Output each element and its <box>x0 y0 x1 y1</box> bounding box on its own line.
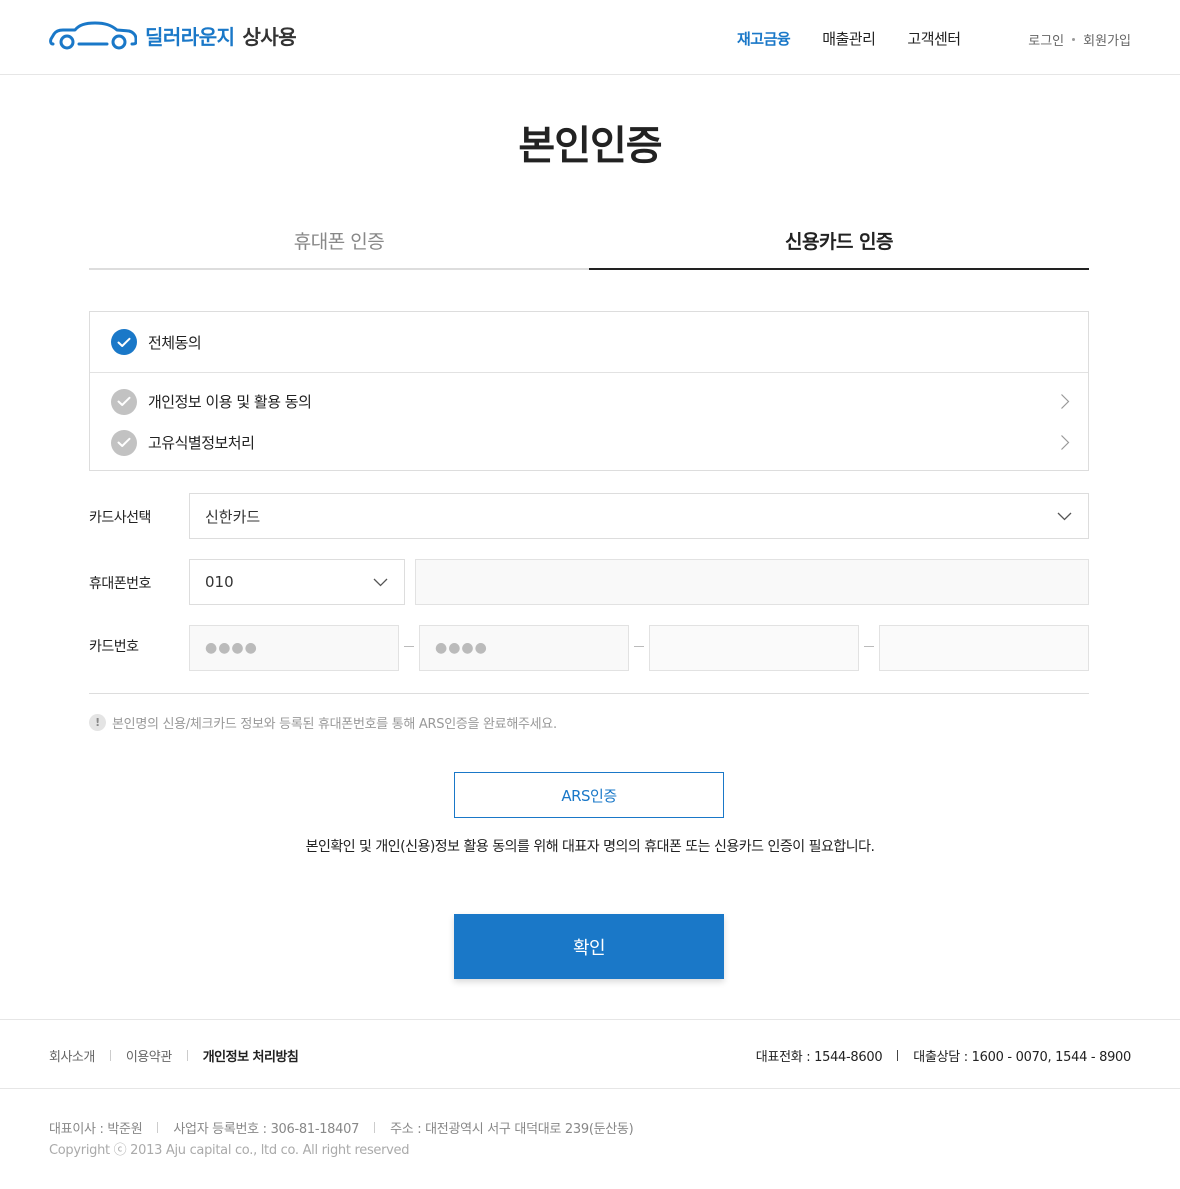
main-nav: 재고금융 매출관리 고객센터 <box>737 28 993 49</box>
footer-link-privacy[interactable]: 개인정보 처리방침 <box>203 1046 299 1065</box>
ars-auth-button[interactable]: ARS인증 <box>454 772 724 818</box>
logo-brand: 딜러라운지 <box>145 24 235 49</box>
chevron-right-icon[interactable] <box>1060 434 1070 451</box>
auth-description: 본인확인 및 개인(신용)정보 활용 동의를 위해 대표자 명의의 휴대폰 또는… <box>305 839 875 855</box>
chevron-down-icon <box>1057 512 1072 521</box>
card-number-input-3[interactable] <box>649 625 859 671</box>
phone-label: 휴대폰번호 <box>89 576 151 592</box>
footer-address: 주소 : 대전광역시 서구 대덕대로 239(둔산동) <box>390 1122 634 1137</box>
phone-prefix-value: 010 <box>205 573 234 591</box>
tab-card-auth[interactable]: 신용카드 인증 <box>589 215 1089 270</box>
nav-item-sales-management[interactable]: 매출관리 <box>822 28 876 49</box>
footer-link-terms[interactable]: 이용약관 <box>126 1046 172 1065</box>
header: 딜러라운지 상사용 재고금융 매출관리 고객센터 로그인 회원가입 <box>0 0 1180 75</box>
separator <box>897 1050 899 1061</box>
signup-link[interactable]: 회원가입 <box>1083 30 1131 49</box>
confirm-button[interactable]: 확인 <box>454 914 724 979</box>
agreement-list: 개인정보 이용 및 활용 동의 고유식별정보처리 <box>90 373 1088 463</box>
divider <box>89 693 1089 694</box>
footer-links: 회사소개 이용약관 개인정보 처리방침 <box>49 1046 299 1065</box>
footer-info: 대표이사 : 박준원 사업자 등록번호 : 306-81-18407 주소 : … <box>49 1118 634 1137</box>
separator <box>374 1122 376 1133</box>
separator <box>109 1050 111 1061</box>
footer-phone-loan: 대출상담 : 1600 - 0070, 1544 - 8900 <box>913 1050 1131 1065</box>
footer-contact: 대표전화 : 1544-8600 대출상담 : 1600 - 0070, 154… <box>756 1046 1131 1065</box>
separator <box>186 1050 188 1061</box>
agreement-box: 전체동의 개인정보 이용 및 활용 동의 고유식별정보처리 <box>89 311 1089 471</box>
card-company-value: 신한카드 <box>205 507 261 526</box>
card-number-input-1[interactable]: ●●●● <box>189 625 399 671</box>
agree-item-label: 개인정보 이용 및 활용 동의 <box>148 393 312 411</box>
unchecked-circle-icon[interactable] <box>111 388 137 415</box>
nav-item-customer-center[interactable]: 고객센터 <box>907 28 961 49</box>
page-title: 본인인증 <box>518 123 662 169</box>
separator <box>157 1122 159 1133</box>
dash-separator <box>864 646 874 647</box>
dash-separator <box>634 646 644 647</box>
dash-separator <box>404 646 414 647</box>
copyright: Copyright ⓒ 2013 Aju capital co., ltd co… <box>49 1143 410 1158</box>
footer-phone-main: 대표전화 : 1544-8600 <box>755 1050 883 1065</box>
logo-sub: 상사용 <box>242 24 297 49</box>
agree-item-unique-id[interactable]: 고유식별정보처리 <box>90 422 1088 463</box>
phone-prefix-select[interactable]: 010 <box>189 559 405 605</box>
footer-link-company[interactable]: 회사소개 <box>49 1046 95 1065</box>
login-link[interactable]: 로그인 <box>1028 30 1064 49</box>
checked-circle-icon[interactable] <box>111 329 137 355</box>
footer-ceo: 대표이사 : 박준원 <box>49 1122 143 1137</box>
agree-all-row[interactable]: 전체동의 <box>90 312 1088 373</box>
logo[interactable]: 딜러라운지 상사용 <box>49 20 297 50</box>
agree-item-label: 고유식별정보처리 <box>148 434 255 452</box>
util-menu: 로그인 회원가입 <box>1028 30 1131 49</box>
card-company-label: 카드사선택 <box>89 510 151 526</box>
chevron-right-icon[interactable] <box>1060 393 1070 410</box>
notice: ! 본인명의 신용/체크카드 정보와 등록된 휴대폰번호를 통해 ARS인증을 … <box>89 713 557 732</box>
agree-all-label: 전체동의 <box>148 333 202 352</box>
card-number-label: 카드번호 <box>89 639 139 655</box>
phone-number-input[interactable] <box>415 559 1089 605</box>
dot-separator <box>1072 38 1076 41</box>
unchecked-circle-icon[interactable] <box>111 429 137 456</box>
footer-biz-no: 사업자 등록번호 : 306-81-18407 <box>173 1122 360 1137</box>
card-number-input-2[interactable]: ●●●● <box>419 625 629 671</box>
footer-top: 회사소개 이용약관 개인정보 처리방침 대표전화 : 1544-8600 대출상… <box>0 1019 1180 1089</box>
chevron-down-icon <box>373 578 388 587</box>
tab-phone-auth[interactable]: 휴대폰 인증 <box>89 215 589 270</box>
notice-text: 본인명의 신용/체크카드 정보와 등록된 휴대폰번호를 통해 ARS인증을 완료… <box>112 717 557 732</box>
car-logo-icon <box>49 21 137 50</box>
card-number-input-4[interactable] <box>879 625 1089 671</box>
nav-item-inventory-finance[interactable]: 재고금융 <box>737 28 791 49</box>
agree-item-privacy[interactable]: 개인정보 이용 및 활용 동의 <box>90 381 1088 422</box>
exclamation-icon: ! <box>89 714 106 731</box>
auth-tabs: 휴대폰 인증 신용카드 인증 <box>89 215 1089 270</box>
card-company-select[interactable]: 신한카드 <box>189 493 1089 539</box>
